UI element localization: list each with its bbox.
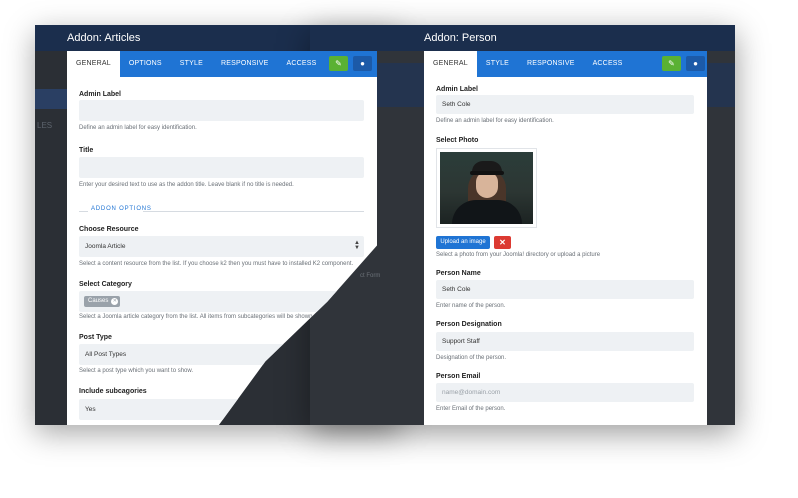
close-icon[interactable]: ✕ [111,298,119,305]
tab-responsive[interactable]: RESPONSIVE [212,51,278,77]
background-fragment-text: ct Form [360,273,381,279]
post-type-label: Post Type [79,334,112,341]
right-modal-title: Addon: Person [424,32,497,44]
admin-label-input[interactable] [79,100,364,121]
person-photo-preview [436,148,537,228]
select-photo-label: Select Photo [436,137,479,144]
tab-responsive[interactable]: RESPONSIVE [518,51,584,77]
person-email-input[interactable]: name@domain.com [436,383,694,402]
choose-resource-select[interactable]: Joomla Article ▲ ▼ [79,236,364,257]
delete-photo-button[interactable]: ✕ [494,236,511,249]
person-email-label: Person Email [436,373,481,380]
category-tag-label: Causes [88,298,109,304]
admin-label-input[interactable]: Seth Cole [436,95,694,114]
person-designation-input[interactable]: Support Staff [436,332,694,351]
person-addon-modal: GENERAL STYLE RESPONSIVE ACCESS ✎ ● Admi… [424,51,707,425]
tab-general[interactable]: GENERAL [424,51,477,77]
addon-options-section-header: ADDON OPTIONS [79,206,364,216]
tab-access[interactable]: ACCESS [277,51,325,77]
select-category-label: Select Category [79,281,132,288]
save-button[interactable]: ✎ [329,56,348,71]
title-help: Enter your desired text to use as the ad… [79,182,294,188]
select-photo-help: Select a photo from your Joomla! directo… [436,252,601,258]
background-fragment-text: LES [37,121,53,130]
gear-icon: ● [693,59,698,68]
person-email-help: Enter Email of the person. [436,406,506,412]
admin-label-label: Admin Label [436,86,479,93]
choose-resource-label: Choose Resource [79,226,139,233]
save-icon: ✎ [335,59,342,68]
screenshot-stage: LES ct Form Addon: Articles Addon: Perso… [0,0,798,498]
person-name-label: Person Name [436,270,481,277]
post-type-help: Select a post type which you want to sho… [79,368,194,374]
choose-resource-help: Select a content resource from the list.… [79,261,354,267]
person-designation-label: Person Designation [436,321,502,328]
title-label: Title [79,147,94,154]
tab-style[interactable]: STYLE [171,51,212,77]
person-designation-help: Designation of the person. [436,355,507,361]
save-button[interactable]: ✎ [662,56,681,71]
left-modal-title: Addon: Articles [67,32,141,44]
settings-button[interactable]: ● [686,56,705,71]
save-icon: ✎ [668,59,675,68]
tab-general[interactable]: GENERAL [67,51,120,77]
person-name-help: Enter name of the person. [436,303,506,309]
admin-label-label: Admin Label [79,91,122,98]
tab-access[interactable]: ACCESS [584,51,632,77]
upload-image-button[interactable]: Upload an image [436,236,490,249]
select-arrows-icon: ▲ ▼ [354,240,360,251]
choose-resource-value: Joomla Article [85,243,126,250]
close-icon: ✕ [499,238,506,247]
gear-icon: ● [360,59,365,68]
admin-label-help: Define an admin label for easy identific… [436,118,554,124]
person-photo [440,152,533,224]
category-tag[interactable]: Causes ✕ [84,296,121,307]
tab-options[interactable]: OPTIONS [120,51,171,77]
background-header [310,25,735,51]
admin-label-help: Define an admin label for easy identific… [79,125,197,131]
include-subcategories-label: Include subcagories [79,388,147,395]
person-name-input[interactable]: Seth Cole [436,280,694,299]
title-input[interactable] [79,157,364,178]
tab-style[interactable]: STYLE [477,51,518,77]
settings-button[interactable]: ● [353,56,372,71]
